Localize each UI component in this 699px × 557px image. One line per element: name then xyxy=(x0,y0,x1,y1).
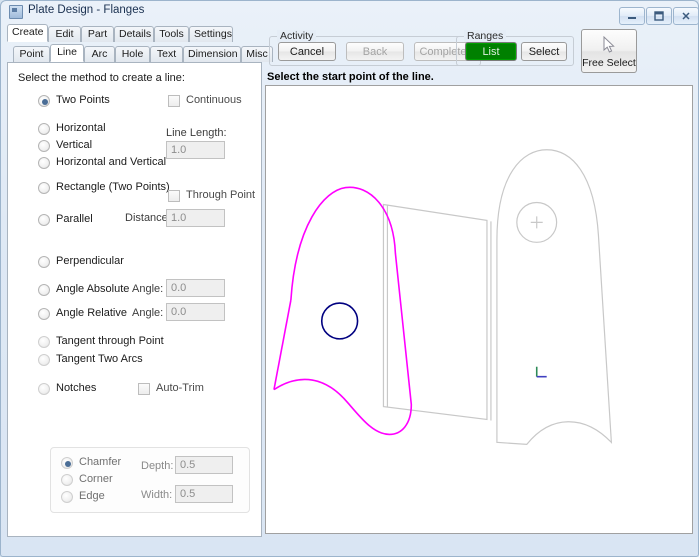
subtab-dimension[interactable]: Dimension xyxy=(183,46,241,62)
origin-marker xyxy=(535,366,547,378)
radio-indicator[interactable] xyxy=(38,354,50,366)
radio-indicator[interactable] xyxy=(38,284,50,296)
radio-label: Chamfer xyxy=(79,456,122,468)
secondary-tab-strip: Point Line Arc Hole Text Dimension Misc xyxy=(7,44,273,63)
radio-label: Rectangle (Two Points) xyxy=(56,181,170,193)
angle-relative-input[interactable]: 0.0 xyxy=(166,303,225,321)
radio-label: Corner xyxy=(79,473,113,485)
checkbox-indicator[interactable] xyxy=(168,190,180,202)
middle-plate xyxy=(382,203,492,421)
subtab-line[interactable]: Line xyxy=(50,44,84,62)
subtab-text[interactable]: Text xyxy=(150,46,183,62)
application-icon xyxy=(9,5,23,19)
drawing-canvas[interactable] xyxy=(265,85,693,534)
cancel-button[interactable]: Cancel xyxy=(278,42,336,61)
list-range-button[interactable]: List xyxy=(465,42,517,61)
notch-depth-label: Depth: xyxy=(141,460,174,472)
notch-width-input[interactable]: 0.5 xyxy=(175,485,233,503)
tab-settings[interactable]: Settings xyxy=(189,26,233,42)
line-length-input[interactable]: 1.0 xyxy=(166,141,225,159)
angle-absolute-input[interactable]: 0.0 xyxy=(166,279,225,297)
radio-indicator[interactable] xyxy=(38,123,50,135)
tab-edit[interactable]: Edit xyxy=(48,26,81,42)
radio-label: Perpendicular xyxy=(56,255,124,267)
radio-indicator[interactable] xyxy=(38,383,50,395)
minimize-button[interactable] xyxy=(619,7,645,25)
close-button[interactable] xyxy=(673,7,699,25)
ranges-group: Ranges List Select xyxy=(456,30,574,66)
radio-indicator[interactable] xyxy=(61,491,73,503)
right-plate xyxy=(496,149,613,445)
distance-label: Distance: xyxy=(125,212,171,224)
selected-hole xyxy=(320,302,359,340)
primary-tab-strip: Create Edit Part Details Tools Settings xyxy=(7,24,262,42)
right-hole xyxy=(516,201,558,243)
radio-label: Two Points xyxy=(56,94,110,106)
window-title: Plate Design - Flanges xyxy=(28,4,145,16)
maximize-button[interactable] xyxy=(646,7,672,25)
radio-label: Horizontal and Vertical xyxy=(56,156,167,168)
activity-legend: Activity xyxy=(277,30,317,42)
radio-indicator[interactable] xyxy=(38,140,50,152)
radio-label: Edge xyxy=(79,490,105,502)
radio-indicator[interactable] xyxy=(38,256,50,268)
radio-label: Parallel xyxy=(56,213,93,225)
tab-tools[interactable]: Tools xyxy=(154,26,189,42)
angle-relative-label: Angle: xyxy=(132,307,164,319)
subtab-point[interactable]: Point xyxy=(13,46,50,62)
radio-indicator[interactable] xyxy=(38,157,50,169)
free-select-button[interactable]: Free Select xyxy=(581,29,637,73)
radio-label: Tangent Two Arcs xyxy=(56,353,143,365)
radio-label: Vertical xyxy=(56,139,93,151)
line-length-label: Line Length: xyxy=(166,127,227,139)
cursor-arrow-icon xyxy=(602,35,616,59)
checkbox-label: Continuous xyxy=(186,94,242,106)
selected-plate xyxy=(273,186,413,436)
radio-label: Angle Absolute xyxy=(56,283,130,295)
checkbox-label: Through Point xyxy=(186,189,256,201)
tab-part[interactable]: Part xyxy=(81,26,114,42)
radio-indicator[interactable] xyxy=(38,95,50,107)
distance-input[interactable]: 1.0 xyxy=(166,209,225,227)
checkbox-indicator[interactable] xyxy=(138,383,150,395)
activity-group: Activity Cancel Back Complete xyxy=(269,30,481,66)
radio-indicator[interactable] xyxy=(38,214,50,226)
notch-width-label: Width: xyxy=(141,489,173,501)
radio-indicator[interactable] xyxy=(61,474,73,486)
status-message: Select the start point of the line. xyxy=(267,71,434,83)
tab-create[interactable]: Create xyxy=(7,24,48,42)
angle-absolute-label: Angle: xyxy=(132,283,164,295)
subtab-hole[interactable]: Hole xyxy=(115,46,150,62)
radio-label: Angle Relative xyxy=(56,307,127,319)
free-select-label: Free Select xyxy=(582,57,636,69)
radio-label: Notches xyxy=(56,382,97,394)
radio-indicator[interactable] xyxy=(38,182,50,194)
subtab-arc[interactable]: Arc xyxy=(84,46,115,62)
back-button[interactable]: Back xyxy=(346,42,404,61)
select-range-button[interactable]: Select xyxy=(521,42,567,61)
ranges-legend: Ranges xyxy=(464,30,507,42)
notches-group: Chamfer Corner Edge Depth: 0.5 Width: 0.… xyxy=(50,447,250,513)
notch-depth-input[interactable]: 0.5 xyxy=(175,456,233,474)
checkbox-label: Auto-Trim xyxy=(156,382,204,394)
application-window: Plate Design - Flanges Create Edit Part … xyxy=(0,0,699,557)
tab-details[interactable]: Details xyxy=(114,26,154,42)
title-bar: Plate Design - Flanges xyxy=(1,1,699,25)
radio-label: Tangent through Point xyxy=(56,335,164,347)
checkbox-indicator[interactable] xyxy=(168,95,180,107)
radio-label: Horizontal xyxy=(56,122,106,134)
line-method-panel: Select the method to create a line: Two … xyxy=(7,62,262,537)
panel-heading: Select the method to create a line: xyxy=(18,72,185,84)
radio-indicator[interactable] xyxy=(38,308,50,320)
radio-indicator[interactable] xyxy=(61,457,73,469)
radio-indicator[interactable] xyxy=(38,336,50,348)
